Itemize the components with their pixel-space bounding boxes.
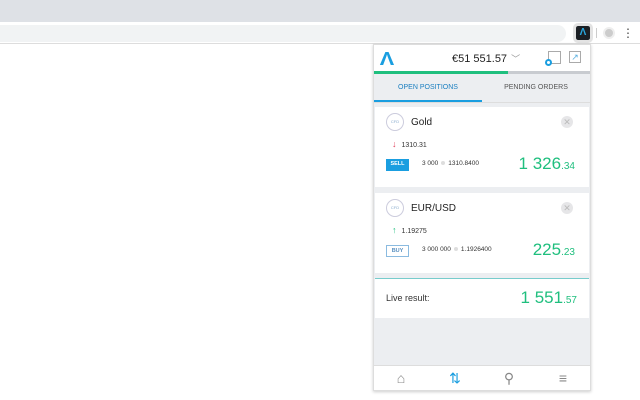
current-price: ↓ 1310.31	[392, 139, 427, 149]
chevron-down-icon: ﹀	[511, 54, 521, 64]
price-value: 1310.31	[401, 142, 427, 149]
balance-value: €51 551.57	[452, 53, 508, 65]
pl-dec: .34	[561, 161, 575, 172]
open-price: 1310.8400	[448, 160, 480, 167]
profile-avatar[interactable]	[603, 27, 615, 39]
quantity-info: 3 000 1310.8400	[422, 160, 479, 167]
search-icon[interactable]: ⚲	[482, 366, 536, 390]
home-icon[interactable]: ⌂	[374, 366, 428, 390]
browser-menu-icon[interactable]: ⋮	[622, 25, 634, 41]
pl-dec: .23	[561, 247, 575, 258]
live-result-value: 1 551.57	[521, 288, 577, 308]
open-external-icon[interactable]: ↗	[569, 51, 581, 63]
live-int: 1 551	[520, 288, 564, 307]
position-card[interactable]: CFD Gold ✕ ↓ 1310.31 SELL 3 000 1310.8400 …	[375, 107, 589, 187]
extension-popup: Λ €51 551.57 ﹀ ↗ OPEN POSITIONS PENDING O…	[373, 44, 591, 391]
browser-toolbar: Λ ⋮	[0, 22, 640, 44]
menu-icon[interactable]: ≡	[536, 366, 590, 390]
pl-int: 1 326	[518, 154, 562, 173]
live-dec: .57	[563, 295, 577, 306]
address-bar[interactable]	[0, 25, 566, 42]
tab-pending-orders[interactable]: PENDING ORDERS	[482, 74, 590, 102]
extension-icon[interactable]: Λ	[573, 23, 593, 43]
price-value: 1.19275	[401, 228, 427, 235]
bottom-nav: ⌂ ⇅ ⚲ ≡	[374, 365, 590, 390]
positions-icon[interactable]: ⇅	[428, 366, 482, 390]
live-result: Live result: 1 551.57	[375, 278, 589, 318]
quantity-info: 3 000 000 1.1926400	[422, 246, 492, 253]
arrow-down-icon: ↓	[392, 139, 397, 149]
close-position-icon[interactable]: ✕	[561, 202, 573, 214]
quantity: 3 000 000	[422, 246, 451, 253]
position-card[interactable]: CFD EUR/USD ✕ ↑ 1.19275 BUY 3 000 000 1.19…	[375, 193, 589, 273]
balance-dropdown[interactable]: €51 551.57 ﹀	[452, 52, 520, 65]
browser-tabstrip	[0, 0, 640, 22]
close-position-icon[interactable]: ✕	[561, 116, 573, 128]
side-badge: SELL	[386, 159, 409, 171]
side-badge: BUY	[386, 245, 409, 257]
instrument-name: Gold	[411, 117, 433, 128]
open-price: 1.1926400	[460, 246, 492, 253]
cfd-badge: CFD	[386, 199, 404, 217]
quantity: 3 000	[422, 160, 439, 167]
profit-loss: 225.23	[533, 240, 575, 260]
tab-bar: OPEN POSITIONS PENDING ORDERS	[374, 74, 590, 103]
deposit-icon[interactable]	[545, 51, 561, 66]
app-logo: Λ	[379, 49, 395, 69]
instrument-name: EUR/USD	[411, 203, 457, 214]
pl-int: 225	[532, 240, 562, 259]
profit-loss: 1 326.34	[519, 154, 575, 174]
current-price: ↑ 1.19275	[392, 225, 427, 235]
popup-header: Λ €51 551.57 ﹀ ↗	[374, 45, 590, 71]
live-result-label: Live result:	[386, 293, 430, 303]
tab-open-positions[interactable]: OPEN POSITIONS	[374, 74, 482, 102]
cfd-badge: CFD	[386, 113, 404, 131]
divider	[596, 28, 597, 38]
arrow-up-icon: ↑	[392, 225, 397, 235]
